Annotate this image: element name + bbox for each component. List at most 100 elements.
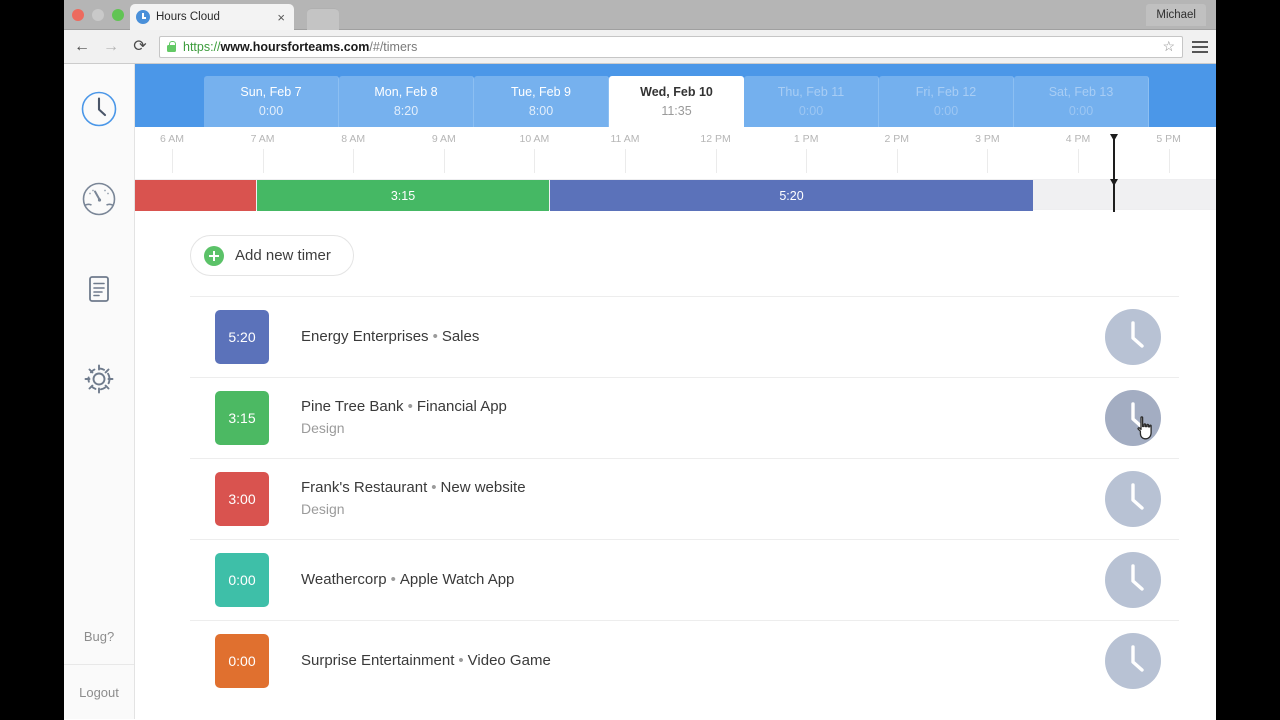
timer-duration-text: 0:00: [228, 653, 256, 669]
day-tab-2[interactable]: Tue, Feb 9 8:00: [474, 76, 609, 127]
day-tab-3[interactable]: Wed, Feb 10 11:35: [609, 76, 744, 127]
timer-duration-text: 3:15: [228, 410, 256, 426]
window-controls[interactable]: [72, 9, 124, 21]
ruler-tick-label: 2 PM: [884, 133, 910, 145]
timeline-segment-1[interactable]: 3:15: [257, 180, 549, 211]
timer-client: Pine Tree Bank: [301, 397, 404, 415]
day-tab-name: Mon, Feb 8: [374, 85, 438, 100]
separator-dot: •: [458, 651, 464, 669]
start-timer-button[interactable]: [1105, 552, 1161, 608]
ruler-tick-line: [625, 149, 626, 173]
ruler-tick-label: 10 AM: [519, 133, 550, 145]
clock-hands-icon: [1131, 321, 1144, 348]
url-path: /#/timers: [369, 39, 418, 54]
timeline-bar[interactable]: 3:15 5:20: [135, 179, 1216, 212]
clock-hands-icon: [1131, 483, 1144, 510]
timeline-ruler: 6 AM 7 AM 8 AM 9 AM 10 AM 11 AM 12 PM 1 PM 2 PM 3…: [135, 127, 1216, 179]
timer-row[interactable]: 0:00 Surprise Entertainment • Video Game: [190, 620, 1179, 701]
timer-text-block: Frank's Restaurant • New website Design: [301, 477, 1105, 521]
start-timer-button[interactable]: [1105, 390, 1161, 446]
ruler-tick-line: [353, 149, 355, 173]
timer-text-block: Weathercorp • Apple Watch App: [301, 569, 1105, 592]
timer-client: Surprise Entertainment: [301, 651, 455, 669]
ruler-tick-label: 5 PM: [1156, 133, 1181, 145]
timer-row[interactable]: 5:20 Energy Enterprises • Sales: [190, 296, 1179, 377]
start-timer-button[interactable]: [1105, 309, 1161, 365]
timer-row[interactable]: 3:00 Frank's Restaurant • New website Design: [190, 458, 1179, 539]
ruler-tick-label: 7 AM: [250, 133, 275, 145]
ruler-tick-line: [987, 149, 989, 173]
timer-duration-badge: 5:20: [215, 310, 269, 364]
ruler-tick-line: [443, 149, 445, 173]
timer-client-project: Pine Tree Bank • Financial App: [301, 396, 1105, 419]
separator-dot: •: [432, 327, 438, 345]
add-new-timer-label: Add new timer: [235, 247, 331, 264]
day-tab-1[interactable]: Mon, Feb 8 8:20: [339, 76, 474, 127]
timeline-segment-0[interactable]: [135, 180, 256, 211]
browser-window: Hours Cloud × Michael ← → ⟳ https://www.…: [64, 0, 1216, 720]
forward-icon[interactable]: →: [101, 37, 121, 57]
timeline-segment-2[interactable]: 5:20: [550, 180, 1033, 211]
start-timer-button[interactable]: [1105, 633, 1161, 689]
ruler-tick-label: 1 PM: [793, 133, 819, 145]
timer-client-project: Frank's Restaurant • New website: [301, 477, 1105, 500]
ruler-tick-label: 8 AM: [341, 133, 366, 145]
sidebar-item-dashboard[interactable]: [64, 154, 135, 244]
sidebar: Bug? Logout: [64, 64, 135, 719]
timer-duration-badge: 0:00: [215, 553, 269, 607]
day-tab-5[interactable]: Fri, Feb 12 0:00: [879, 76, 1014, 127]
timeline-segment-label: 5:20: [779, 188, 804, 203]
ruler-tick-line: [534, 149, 536, 173]
timer-row[interactable]: 3:15 Pine Tree Bank • Financial App Design: [190, 377, 1179, 458]
separator-dot: •: [407, 397, 413, 415]
browser-tab[interactable]: Hours Cloud ×: [130, 4, 294, 30]
new-tab-button[interactable]: [307, 8, 339, 30]
document-icon: [89, 276, 109, 302]
timer-client-project: Weathercorp • Apple Watch App: [301, 569, 1105, 592]
sidebar-item-reports[interactable]: [64, 244, 135, 334]
letterbox-left: [0, 0, 64, 720]
start-timer-button[interactable]: [1105, 471, 1161, 527]
maximize-window-button[interactable]: [112, 9, 124, 21]
timer-duration-badge: 3:15: [215, 391, 269, 445]
menu-icon[interactable]: [1192, 40, 1208, 53]
day-tab-total: 0:00: [798, 103, 824, 118]
day-tab-4[interactable]: Thu, Feb 11 0:00: [744, 76, 879, 127]
app-viewport: Bug? Logout Sun, Feb 7 0:00 Mon, Feb 8 8:20…: [64, 64, 1216, 719]
logout-link[interactable]: Logout: [64, 664, 134, 719]
minimize-window-button[interactable]: [92, 9, 104, 21]
day-tabs: Sun, Feb 7 0:00 Mon, Feb 8 8:20 Tue, Feb 9 8:…: [135, 64, 1216, 127]
timer-project: Apple Watch App: [399, 570, 515, 588]
close-window-button[interactable]: [72, 9, 84, 21]
day-tab-name: Thu, Feb 11: [777, 85, 845, 100]
address-bar[interactable]: https://www.hoursforteams.com/#/timers ☆: [159, 35, 1183, 58]
timer-client: Energy Enterprises: [301, 327, 429, 345]
add-new-timer-button[interactable]: Add new timer: [190, 235, 354, 276]
timer-row[interactable]: 0:00 Weathercorp • Apple Watch App: [190, 539, 1179, 620]
day-tab-0[interactable]: Sun, Feb 7 0:00: [204, 76, 339, 127]
timer-project: Sales: [441, 327, 480, 345]
sidebar-item-settings[interactable]: [64, 334, 135, 424]
bug-report-link[interactable]: Bug?: [64, 609, 134, 664]
profile-button[interactable]: Michael: [1146, 4, 1206, 26]
clock-hands-icon: [1131, 564, 1144, 591]
back-icon[interactable]: ←: [72, 37, 92, 57]
reload-icon[interactable]: ⟳: [130, 37, 150, 57]
ruler-tick-line: [262, 149, 264, 173]
gear-icon: [84, 364, 114, 394]
current-time-marker-bar: [1110, 179, 1118, 212]
sidebar-item-timers[interactable]: [64, 64, 135, 154]
day-tab-6[interactable]: Sat, Feb 13 0:00: [1014, 76, 1149, 127]
close-icon[interactable]: ×: [274, 11, 288, 24]
timer-text-block: Energy Enterprises • Sales: [301, 326, 1105, 349]
timer-project: New website: [440, 478, 526, 496]
add-timer-area: Add new timer: [135, 210, 1216, 296]
timer-project: Financial App: [416, 397, 507, 415]
timeline-segment-label: 3:15: [390, 188, 416, 203]
current-time-marker: [1110, 134, 1118, 179]
ruler-tick-label: 6 AM: [160, 133, 184, 145]
clock-hands-icon: [1131, 402, 1144, 429]
ruler-tick-line: [172, 149, 173, 173]
clock-hands-icon: [1131, 645, 1144, 672]
bookmark-star-icon[interactable]: ☆: [1162, 38, 1175, 55]
